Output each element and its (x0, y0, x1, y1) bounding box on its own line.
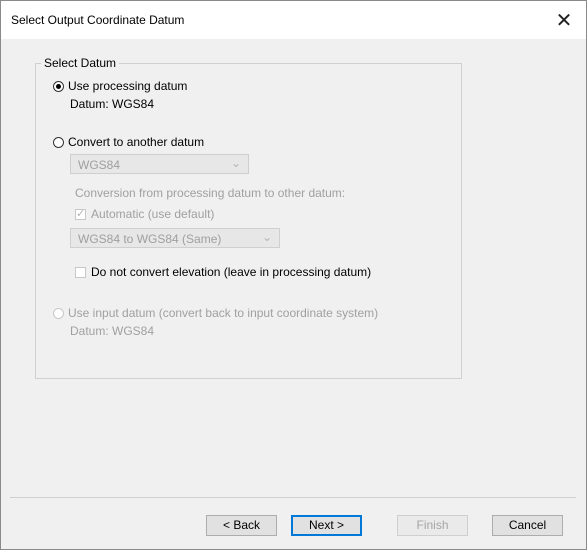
input-datum-info: Datum: WGS84 (70, 324, 154, 338)
next-button[interactable]: Next > (291, 515, 362, 536)
check-icon[interactable]: ✓ (75, 208, 86, 220)
selected-value: WGS84 (78, 158, 121, 172)
target-datum-select[interactable]: WGS84 ⌄ (70, 154, 249, 174)
checkbox-label: Do not convert elevation (leave in proce… (91, 265, 372, 279)
title-bar: Select Output Coordinate Datum ✕ (1, 1, 586, 39)
close-button[interactable]: ✕ (542, 1, 586, 39)
window-title: Select Output Coordinate Datum (11, 13, 185, 27)
dialog-window: Select Output Coordinate Datum ✕ Select … (0, 0, 587, 550)
footer-divider (10, 497, 576, 498)
processing-datum-text: Datum: WGS84 (70, 97, 155, 111)
processing-datum-info: Datum: WGS84 (70, 97, 154, 111)
radio-label: Convert to another datum (68, 135, 205, 149)
conversion-method-select[interactable]: WGS84 to WGS84 (Same) ⌄ (70, 228, 280, 248)
radio-indicator[interactable] (53, 307, 64, 319)
checkbox-automatic[interactable]: ✓ Automatic (use default) (75, 207, 214, 221)
checkbox-box[interactable] (75, 266, 86, 278)
input-datum-text: Datum: WGS84 (70, 324, 155, 338)
radio-convert-another-datum[interactable]: Convert to another datum (53, 135, 204, 149)
chevron-down-icon: ⌄ (230, 156, 241, 170)
radio-indicator[interactable] (53, 80, 64, 92)
group-legend: Select Datum (41, 56, 120, 70)
conversion-note-text: Conversion from processing datum to othe… (75, 186, 346, 200)
finish-button[interactable]: Finish (397, 515, 468, 536)
radio-label: Use input datum (convert back to input c… (68, 306, 379, 320)
radio-use-processing-datum[interactable]: Use processing datum (53, 79, 187, 93)
cancel-button[interactable]: Cancel (492, 515, 563, 536)
chevron-down-icon: ⌄ (261, 230, 272, 244)
selected-value: WGS84 to WGS84 (Same) (78, 232, 222, 246)
close-icon: ✕ (555, 9, 573, 32)
checkbox-label: Automatic (use default) (91, 207, 215, 221)
checkbox-do-not-convert-elevation[interactable]: Do not convert elevation (leave in proce… (75, 265, 371, 279)
back-button[interactable]: < Back (206, 515, 277, 536)
radio-indicator[interactable] (53, 136, 64, 148)
radio-use-input-datum[interactable]: Use input datum (convert back to input c… (53, 306, 378, 320)
radio-label: Use processing datum (68, 79, 188, 93)
conversion-note: Conversion from processing datum to othe… (75, 186, 345, 200)
